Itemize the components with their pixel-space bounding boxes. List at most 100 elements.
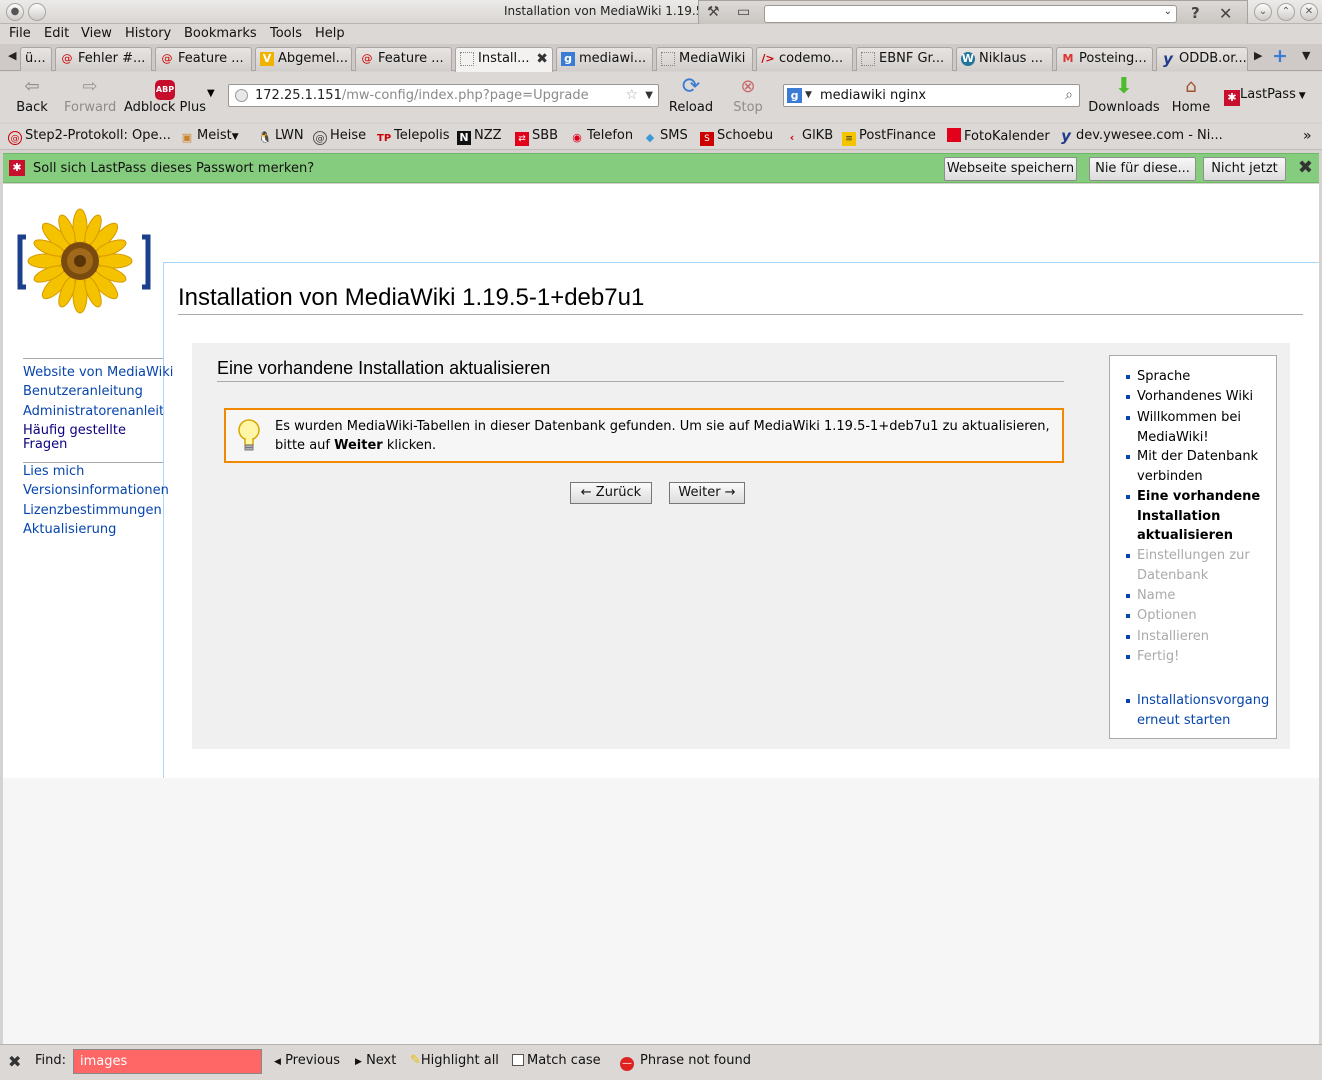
url-history-dropdown-icon[interactable]: ▼ bbox=[645, 85, 653, 106]
find-input[interactable]: images bbox=[73, 1049, 262, 1074]
adblock-dropdown-icon[interactable]: ▼ bbox=[207, 88, 215, 99]
help-icon[interactable]: ? bbox=[1191, 4, 1200, 22]
tab-scroll-right-icon[interactable]: ▶ bbox=[1254, 49, 1262, 62]
checkbox-icon[interactable] bbox=[512, 1054, 524, 1066]
save-site-button[interactable]: Webseite speichern bbox=[944, 157, 1077, 181]
bookmark-item[interactable]: TP Telepolis bbox=[377, 128, 450, 146]
tab[interactable]: EBNF Gr... bbox=[856, 47, 953, 71]
sidebar-link-release-notes[interactable]: Versionsinformationen bbox=[23, 484, 169, 498]
sidebar-link-readme[interactable]: Lies mich bbox=[23, 465, 84, 479]
restart-line1: Installationsvorgang bbox=[1137, 693, 1270, 708]
stop-button[interactable]: ⊗ Stop bbox=[730, 76, 766, 115]
bookmark-item[interactable]: ⇄ SBB bbox=[515, 128, 558, 146]
google-search-icon[interactable]: g bbox=[787, 88, 802, 103]
sidebar-link-faq[interactable]: Häufig gestellte Fragen bbox=[23, 424, 126, 452]
find-next-button[interactable]: ▶ Next bbox=[355, 1053, 396, 1068]
minimize-icon[interactable]: ⌄ bbox=[1254, 3, 1272, 21]
highlight-all-button[interactable]: ✎Highlight all bbox=[410, 1053, 499, 1068]
tab[interactable]: W Niklaus ... bbox=[956, 47, 1053, 71]
forward-button[interactable]: ⇨ Forward bbox=[64, 76, 116, 115]
app-menu-icon[interactable]: ● bbox=[6, 3, 24, 21]
tab-scroll-left-icon[interactable]: ◀ bbox=[8, 49, 16, 62]
menu-view[interactable]: View bbox=[81, 26, 112, 41]
tab[interactable]: M Posteing... bbox=[1056, 47, 1153, 71]
window-shade-icon[interactable] bbox=[28, 3, 46, 21]
menu-file[interactable]: File bbox=[9, 26, 31, 41]
menu-history[interactable]: History bbox=[125, 26, 171, 41]
menu-tools[interactable]: Tools bbox=[270, 26, 302, 41]
bookmark-item[interactable]: ◆ SMS bbox=[643, 128, 688, 145]
window-close-icon[interactable]: ✕ bbox=[1300, 3, 1318, 21]
tab[interactable]: ü... bbox=[20, 47, 52, 71]
tab[interactable]: MediaWiki bbox=[656, 47, 753, 71]
bookmark-item[interactable]: @ Heise bbox=[313, 128, 366, 145]
sidebar-link-admin-guide[interactable]: Administratorenanleitung bbox=[23, 405, 163, 419]
download-arrow-icon: ⬇ bbox=[1114, 74, 1134, 99]
tab[interactable]: @ Feature ... bbox=[155, 47, 252, 71]
search-input[interactable]: g ▼ mediawiki nginx ⌕ bbox=[783, 84, 1080, 107]
bookmark-folder[interactable]: ▣ Meist▼ bbox=[180, 128, 239, 145]
sidebar-link-license[interactable]: Lizenzbestimmungen bbox=[23, 504, 162, 518]
window-title: Installation von MediaWiki 1.19.5-1 bbox=[504, 4, 716, 18]
bookmark-item[interactable]: S Schoebu bbox=[700, 128, 773, 146]
adblock-button[interactable]: ABP Adblock Plus bbox=[124, 76, 206, 115]
bookmark-item[interactable]: 🐧 LWN bbox=[258, 128, 304, 145]
home-button[interactable]: ⌂ Home bbox=[1170, 76, 1212, 115]
bookmark-label: NZZ bbox=[474, 128, 502, 143]
site-identity-icon[interactable] bbox=[235, 89, 248, 102]
sidebar-link-website[interactable]: Website von MediaWiki bbox=[23, 366, 173, 380]
bookmark-item[interactable]: y dev.ywesee.com - Ni... bbox=[1059, 128, 1223, 144]
window-selector[interactable]: ⌄ bbox=[764, 5, 1177, 23]
wrench-icon[interactable]: ⚒ bbox=[707, 4, 720, 20]
tab-active[interactable]: Install... ✖ bbox=[455, 47, 553, 72]
back-button[interactable]: ⇦ Back bbox=[14, 76, 50, 115]
info-text: Es wurden MediaWiki-Tabellen in dieser D… bbox=[275, 417, 1055, 455]
bookmark-star-icon[interactable]: ☆ bbox=[625, 85, 638, 106]
page-icon bbox=[861, 52, 875, 66]
bookmark-item[interactable]: FotoKalender bbox=[947, 128, 1050, 144]
magnifier-icon[interactable]: ⌕ bbox=[1065, 85, 1073, 106]
menu-edit[interactable]: Edit bbox=[44, 26, 69, 41]
restart-installation-link[interactable]: Installationsvorgang erneut starten bbox=[1125, 691, 1270, 730]
continue-button[interactable]: Weiter → bbox=[669, 482, 745, 504]
bookmark-item[interactable]: @ Step2-Protokoll: Ope... bbox=[8, 128, 171, 145]
step-name: Name bbox=[1125, 586, 1175, 606]
tab-list-icon[interactable]: ▼ bbox=[1302, 49, 1310, 62]
window-switch-icon[interactable]: ▭ bbox=[737, 4, 750, 20]
tab[interactable]: /> codemo... bbox=[756, 47, 853, 71]
menu-bookmarks[interactable]: Bookmarks bbox=[184, 26, 257, 41]
close-icon[interactable]: ✕ bbox=[1219, 4, 1232, 23]
tab[interactable]: y ODDB.or... bbox=[1156, 47, 1248, 71]
sidebar-link-user-guide[interactable]: Benutzeranleitung bbox=[23, 385, 143, 399]
tab[interactable]: g mediawi... bbox=[556, 47, 653, 71]
never-for-site-button[interactable]: Nie für diese... bbox=[1089, 157, 1196, 181]
bookmark-item[interactable]: ◉ Telefon bbox=[570, 128, 633, 145]
maximize-icon[interactable]: ⌃ bbox=[1277, 3, 1295, 21]
find-previous-button[interactable]: ◀ Previous bbox=[274, 1053, 340, 1068]
search-engine-dropdown-icon[interactable]: ▼ bbox=[805, 85, 812, 106]
tab[interactable]: V Abgemel... bbox=[255, 47, 352, 71]
bookmark-item[interactable]: ≡ PostFinance bbox=[842, 128, 936, 146]
match-case-checkbox[interactable]: Match case bbox=[512, 1053, 601, 1068]
sidebar-link-upgrade[interactable]: Aktualisierung bbox=[23, 523, 116, 537]
bookmark-item[interactable]: N NZZ bbox=[457, 128, 502, 145]
bookmarks-overflow-icon[interactable]: » bbox=[1303, 128, 1312, 144]
telefon-icon: ◉ bbox=[572, 131, 582, 144]
url-bar[interactable]: 172.25.1.151/mw-config/index.php?page=Up… bbox=[228, 84, 659, 107]
back-arrow-icon: ⇦ bbox=[24, 76, 40, 97]
tab-close-icon[interactable]: ✖ bbox=[536, 48, 548, 70]
find-close-icon[interactable]: ✖ bbox=[8, 1052, 21, 1071]
adblock-label: Adblock Plus bbox=[124, 100, 207, 115]
menu-help[interactable]: Help bbox=[315, 26, 345, 41]
not-now-button[interactable]: Nicht jetzt bbox=[1203, 157, 1286, 181]
back-step-button[interactable]: ← Zurück bbox=[570, 482, 652, 504]
reload-button[interactable]: ⟳ Reload bbox=[668, 76, 714, 116]
tab[interactable]: @ Fehler #... bbox=[55, 47, 152, 71]
downloads-button[interactable]: ⬇ Downloads bbox=[1088, 74, 1160, 116]
close-icon[interactable]: ✖ bbox=[1298, 157, 1313, 178]
lightbulb-icon bbox=[238, 419, 260, 451]
bookmark-item[interactable]: ‹ GlKB bbox=[785, 128, 833, 145]
tab[interactable]: @ Feature ... bbox=[355, 47, 452, 71]
lastpass-button[interactable]: ✱ LastPass ▼ bbox=[1224, 87, 1310, 106]
new-tab-icon[interactable]: + bbox=[1272, 45, 1288, 67]
